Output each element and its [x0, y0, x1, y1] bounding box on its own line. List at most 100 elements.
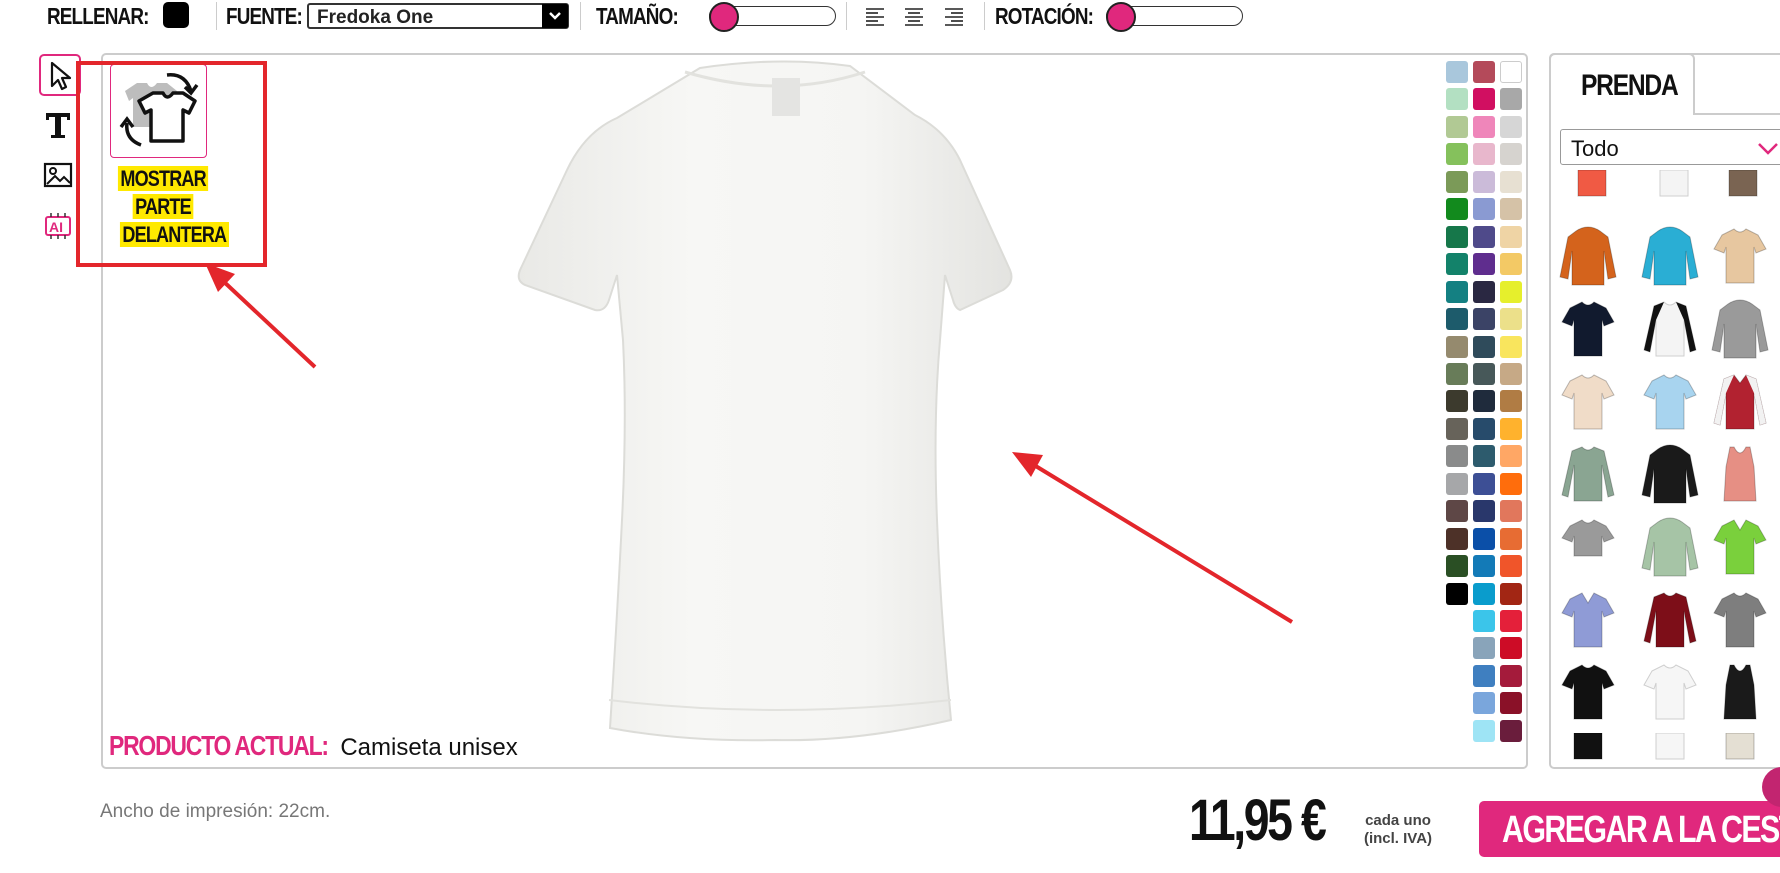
color-swatch[interactable]: [1500, 308, 1522, 331]
align-center-icon[interactable]: [903, 7, 925, 27]
color-swatch[interactable]: [1473, 664, 1495, 687]
color-swatch[interactable]: [1446, 582, 1468, 605]
tshirt-back-image[interactable]: [505, 60, 1060, 755]
product-thumbnail[interactable]: [1640, 589, 1700, 651]
color-swatch[interactable]: [1446, 417, 1468, 440]
rotation-slider-handle[interactable]: [1106, 2, 1136, 32]
rotation-slider[interactable]: [1106, 2, 1243, 32]
ai-tool-button[interactable]: AI: [39, 207, 81, 249]
color-swatch[interactable]: [1473, 472, 1495, 495]
color-swatch[interactable]: [1500, 500, 1522, 523]
product-thumbnail[interactable]: [1558, 589, 1618, 651]
product-thumbnail[interactable]: [1640, 371, 1700, 433]
color-swatch[interactable]: [1473, 692, 1495, 715]
color-swatch[interactable]: [1500, 637, 1522, 660]
product-thumbnail[interactable]: [1558, 661, 1618, 723]
color-swatch[interactable]: [1500, 610, 1522, 632]
color-swatch[interactable]: [1473, 610, 1495, 632]
color-swatch[interactable]: [1446, 61, 1468, 83]
product-thumbnail[interactable]: [1710, 225, 1770, 287]
product-thumbnail[interactable]: [1644, 169, 1704, 232]
product-thumbnail[interactable]: [1710, 371, 1770, 433]
color-swatch[interactable]: [1473, 280, 1495, 303]
product-thumbnail[interactable]: [1558, 443, 1618, 505]
color-swatch[interactable]: [1446, 225, 1468, 248]
color-swatch[interactable]: [1473, 170, 1495, 193]
color-swatch[interactable]: [1500, 280, 1522, 303]
align-right-icon[interactable]: [943, 7, 965, 27]
color-swatch[interactable]: [1473, 88, 1495, 111]
color-swatch[interactable]: [1473, 445, 1495, 468]
color-swatch[interactable]: [1473, 143, 1495, 166]
product-thumbnail[interactable]: [1713, 169, 1773, 232]
color-swatch[interactable]: [1446, 335, 1468, 358]
color-swatch[interactable]: [1473, 61, 1495, 83]
color-swatch[interactable]: [1473, 115, 1495, 138]
color-swatch[interactable]: [1500, 88, 1522, 111]
color-swatch[interactable]: [1500, 143, 1522, 166]
color-swatch[interactable]: [1446, 472, 1468, 495]
color-swatch[interactable]: [1500, 527, 1522, 550]
color-swatch[interactable]: [1500, 198, 1522, 221]
color-swatch[interactable]: [1473, 582, 1495, 605]
product-thumbnail[interactable]: [1558, 298, 1618, 360]
color-swatch[interactable]: [1446, 445, 1468, 468]
color-swatch[interactable]: [1446, 390, 1468, 413]
color-swatch[interactable]: [1473, 362, 1495, 385]
color-swatch[interactable]: [1500, 115, 1522, 138]
color-swatch[interactable]: [1500, 664, 1522, 687]
color-swatch[interactable]: [1473, 719, 1495, 742]
select-tool-button[interactable]: [39, 54, 81, 96]
color-swatch[interactable]: [1473, 390, 1495, 413]
category-select[interactable]: Todo: [1560, 129, 1780, 165]
color-swatch[interactable]: [1473, 225, 1495, 248]
color-swatch[interactable]: [1500, 253, 1522, 276]
color-swatch[interactable]: [1500, 472, 1522, 495]
color-swatch[interactable]: [1446, 362, 1468, 385]
align-left-icon[interactable]: [864, 7, 886, 27]
color-swatch[interactable]: [1446, 280, 1468, 303]
product-thumbnail[interactable]: [1710, 298, 1770, 360]
color-swatch[interactable]: [1473, 417, 1495, 440]
product-thumbnail[interactable]: [1558, 732, 1618, 795]
color-swatch[interactable]: [1446, 170, 1468, 193]
color-swatch[interactable]: [1446, 88, 1468, 111]
chevron-down-icon[interactable]: [542, 4, 568, 28]
color-swatch[interactable]: [1500, 362, 1522, 385]
color-swatch[interactable]: [1446, 115, 1468, 138]
color-swatch[interactable]: [1500, 692, 1522, 715]
add-to-cart-button[interactable]: AGREGAR A LA CESTA: [1479, 801, 1780, 857]
color-swatch[interactable]: [1500, 445, 1522, 468]
product-thumbnail[interactable]: [1710, 732, 1770, 795]
color-swatch[interactable]: [1500, 417, 1522, 440]
product-thumbnail[interactable]: [1558, 371, 1618, 433]
product-thumbnail[interactable]: [1640, 661, 1700, 723]
color-swatch[interactable]: [1500, 225, 1522, 248]
color-swatch[interactable]: [1500, 719, 1522, 742]
color-swatch[interactable]: [1473, 527, 1495, 550]
color-swatch[interactable]: [1500, 555, 1522, 578]
product-thumbnail[interactable]: [1640, 732, 1700, 795]
product-thumbnail[interactable]: [1640, 298, 1700, 360]
size-slider-handle[interactable]: [709, 2, 739, 32]
color-swatch[interactable]: [1446, 198, 1468, 221]
product-thumbnail[interactable]: [1562, 169, 1622, 232]
color-swatch[interactable]: [1473, 335, 1495, 358]
fill-color-swatch[interactable]: [163, 2, 189, 28]
color-swatch[interactable]: [1473, 637, 1495, 660]
image-tool-button[interactable]: [39, 156, 81, 198]
font-select[interactable]: Fredoka One: [307, 3, 569, 29]
product-thumbnail[interactable]: [1710, 443, 1770, 505]
product-thumbnail[interactable]: [1558, 516, 1618, 578]
color-swatch[interactable]: [1473, 308, 1495, 331]
text-tool-button[interactable]: [39, 105, 81, 147]
color-swatch[interactable]: [1500, 170, 1522, 193]
tab-prenda[interactable]: PRENDA: [1549, 53, 1695, 115]
product-thumbnail[interactable]: [1710, 661, 1770, 723]
product-thumbnail[interactable]: [1640, 225, 1700, 287]
product-thumbnail[interactable]: [1710, 516, 1770, 578]
color-swatch[interactable]: [1473, 253, 1495, 276]
color-swatch[interactable]: [1500, 335, 1522, 358]
product-thumbnail[interactable]: [1640, 516, 1700, 578]
color-swatch[interactable]: [1500, 61, 1522, 83]
